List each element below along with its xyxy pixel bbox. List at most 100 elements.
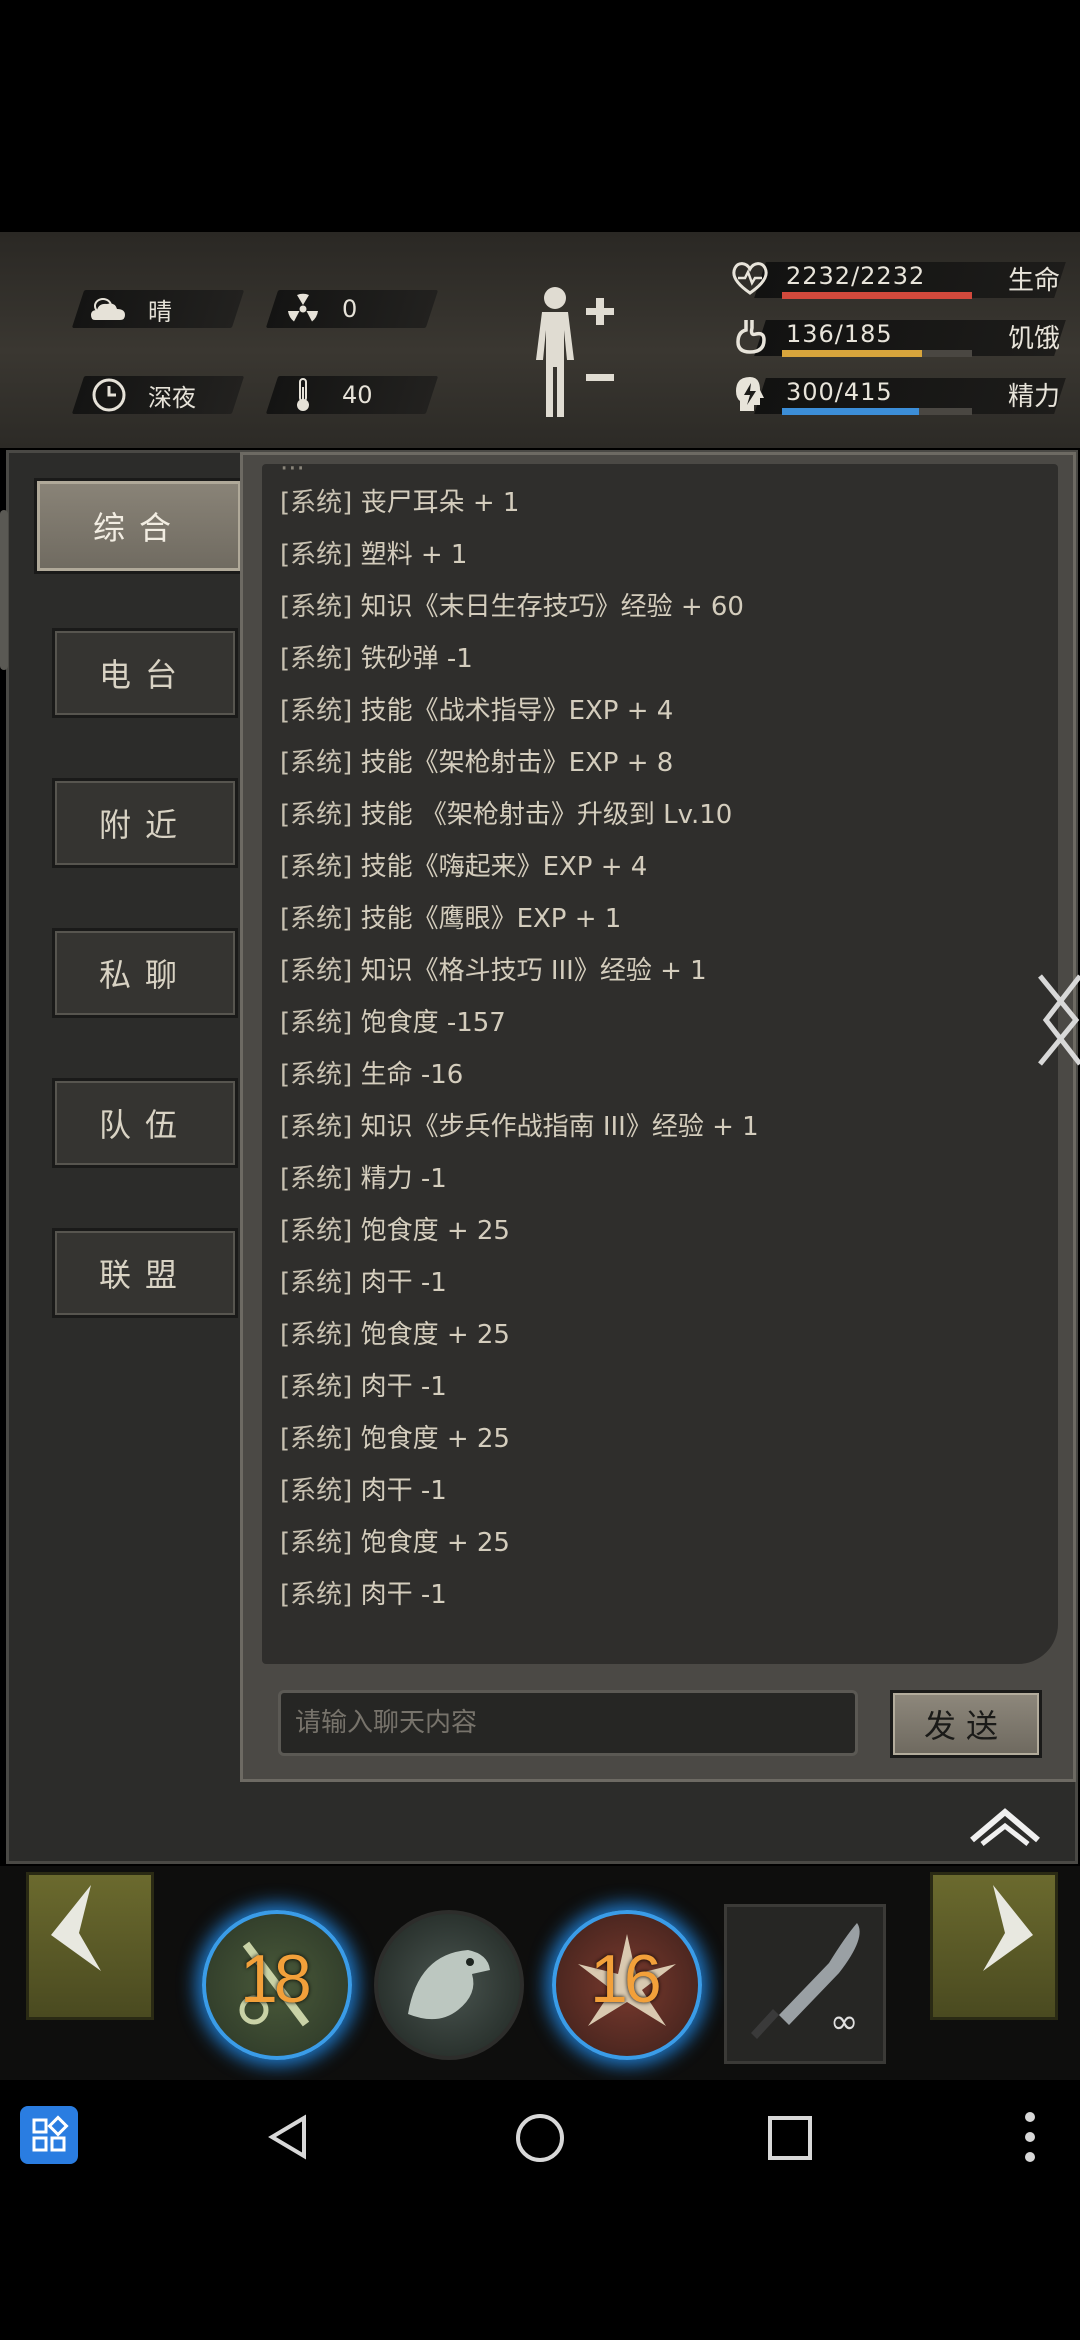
- tab-private[interactable]: 私聊: [52, 928, 238, 1018]
- chat-message: [系统] 肉干 -1: [280, 1574, 447, 1611]
- heart-icon: [732, 262, 768, 295]
- cloud-icon: [88, 288, 130, 330]
- chat-message: [系统] 技能《鹰眼》EXP + 1: [280, 898, 621, 935]
- message-text: 肉干 -1: [360, 1476, 447, 1506]
- message-channel-tag: [系统]: [280, 1268, 353, 1298]
- message-channel-tag: [系统]: [280, 1008, 353, 1038]
- health-stat: 2232/2232 生命: [730, 256, 1066, 304]
- message-text: 饱食度 + 25: [360, 1216, 510, 1246]
- chat-message: [系统] 技能《战术指导》EXP + 4: [280, 690, 673, 727]
- message-text: 生命 -16: [360, 1060, 464, 1090]
- health-bar: [782, 292, 972, 299]
- hunger-stat: 136/185 饥饿: [730, 314, 1066, 362]
- weapon-slot[interactable]: [724, 1904, 886, 2064]
- hunger-value: 136/185: [786, 320, 893, 348]
- chat-message: [系统] 丧尸耳朵 + 1: [280, 482, 519, 519]
- eagle-skill-icon: [408, 1950, 490, 2020]
- chat-message: [系统] 精力 -1: [280, 1158, 447, 1195]
- energy-label: 精力: [1007, 382, 1060, 412]
- chat-log[interactable]: ··· [系统] 丧尸耳朵 + 1 [系统] 塑料 + 1 [系统] 知识《末日生存…: [262, 464, 1058, 1664]
- weather-display: 晴: [71, 288, 245, 330]
- knife-icon: [751, 1923, 860, 2039]
- more-options-icon[interactable]: [1018, 2110, 1042, 2164]
- chat-message: [系统] 生命 -16: [280, 1054, 463, 1091]
- back-icon[interactable]: [264, 2112, 314, 2162]
- send-button[interactable]: 发送: [890, 1690, 1042, 1758]
- message-text: 技能《架枪射击》EXP + 8: [360, 748, 674, 778]
- radiation-display: 0: [265, 290, 439, 328]
- message-text: 精力 -1: [360, 1164, 447, 1194]
- chat-message: [系统] 铁砂弹 -1: [280, 638, 473, 675]
- chat-message: [系统] 饱食度 + 25: [280, 1314, 510, 1351]
- message-text: 肉干 -1: [360, 1372, 447, 1402]
- app-drawer-button[interactable]: [20, 2106, 78, 2164]
- skill-3-count: 16: [590, 1941, 662, 2017]
- system-navigation-bar: [0, 2080, 1080, 2180]
- message-text: 丧尸耳朵 + 1: [360, 488, 520, 518]
- chat-message: [系统] 饱食度 + 25: [280, 1210, 510, 1247]
- chat-message: [系统] 知识《格斗技巧 III》经验 + 1: [280, 950, 707, 987]
- close-icon[interactable]: [1036, 970, 1080, 1070]
- message-text: 技能《战术指导》EXP + 4: [360, 696, 674, 726]
- character-equipment-button[interactable]: [520, 282, 630, 422]
- skill-slot-2[interactable]: [374, 1910, 524, 2060]
- message-text: 铁砂弹 -1: [360, 644, 473, 674]
- clipped-message: ···: [280, 464, 305, 484]
- message-text: 饱食度 + 25: [360, 1528, 510, 1558]
- chat-message: [系统] 技能《架枪射击》EXP + 8: [280, 742, 673, 779]
- prev-skill-button[interactable]: [26, 1872, 154, 2020]
- message-text: 技能《嗨起来》EXP + 4: [360, 852, 648, 882]
- tab-team[interactable]: 队伍: [52, 1078, 238, 1168]
- message-channel-tag: [系统]: [280, 1216, 353, 1246]
- temperature-value: 40: [342, 381, 373, 409]
- radiation-value: 0: [342, 295, 358, 323]
- message-channel-tag: [系统]: [280, 1476, 353, 1506]
- time-label: 深夜: [148, 383, 196, 412]
- message-text: 饱食度 + 25: [360, 1424, 510, 1454]
- hunger-bar: [782, 350, 972, 357]
- home-icon[interactable]: [514, 2112, 566, 2164]
- message-text: 肉干 -1: [360, 1580, 447, 1610]
- chat-message: [系统] 技能 《架枪射击》升级到 Lv.10: [280, 794, 732, 831]
- status-hud: 晴 0 深夜 40 2232/2232 生命 136/185 饥饿 300/41…: [0, 232, 1080, 448]
- message-channel-tag: [系统]: [280, 1424, 353, 1454]
- message-channel-tag: [系统]: [280, 1372, 353, 1402]
- chat-message: [系统] 知识《步兵作战指南 III》经验 + 1: [280, 1106, 759, 1143]
- message-channel-tag: [系统]: [280, 592, 353, 622]
- message-channel-tag: [系统]: [280, 1060, 353, 1090]
- message-text: 技能 《架枪射击》升级到 Lv.10: [360, 800, 733, 830]
- time-display: 深夜: [71, 374, 245, 416]
- tab-general[interactable]: 综合: [34, 478, 244, 574]
- chat-message: [系统] 饱食度 + 25: [280, 1522, 510, 1559]
- chat-message: [系统] 技能《嗨起来》EXP + 4: [280, 846, 647, 883]
- message-text: 知识《末日生存技巧》经验 + 60: [360, 592, 744, 622]
- energy-bar: [782, 408, 972, 415]
- message-text: 知识《格斗技巧 III》经验 + 1: [360, 956, 707, 986]
- next-skill-button[interactable]: [930, 1872, 1058, 2020]
- sidebar-scrollbar[interactable]: [0, 510, 8, 670]
- chat-message: [系统] 饱食度 + 25: [280, 1418, 510, 1455]
- chat-input[interactable]: [278, 1690, 858, 1756]
- tab-radio[interactable]: 电台: [52, 628, 238, 718]
- apps-grid-icon: [32, 2115, 69, 2152]
- message-text: 肉干 -1: [360, 1268, 447, 1298]
- message-channel-tag: [系统]: [280, 644, 353, 674]
- message-text: 饱食度 + 25: [360, 1320, 510, 1350]
- message-channel-tag: [系统]: [280, 696, 353, 726]
- skill-1-count: 18: [240, 1941, 312, 2017]
- message-channel-tag: [系统]: [280, 1320, 353, 1350]
- message-text: 知识《步兵作战指南 III》经验 + 1: [360, 1112, 759, 1142]
- arrow-right-icon: [983, 1885, 1033, 1971]
- recents-icon[interactable]: [766, 2114, 814, 2162]
- message-channel-tag: [系统]: [280, 1580, 353, 1610]
- clock-icon: [88, 374, 130, 416]
- tab-alliance[interactable]: 联盟: [52, 1228, 238, 1318]
- collapse-chevron-icon[interactable]: [968, 1806, 1042, 1846]
- chat-message: [系统] 饱食度 -157: [280, 1002, 506, 1039]
- chat-message: [系统] 塑料 + 1: [280, 534, 467, 571]
- message-channel-tag: [系统]: [280, 1164, 353, 1194]
- energy-value: 300/415: [786, 378, 893, 406]
- tab-nearby[interactable]: 附近: [52, 778, 238, 868]
- message-channel-tag: [系统]: [280, 852, 353, 882]
- weather-label: 晴: [148, 297, 172, 326]
